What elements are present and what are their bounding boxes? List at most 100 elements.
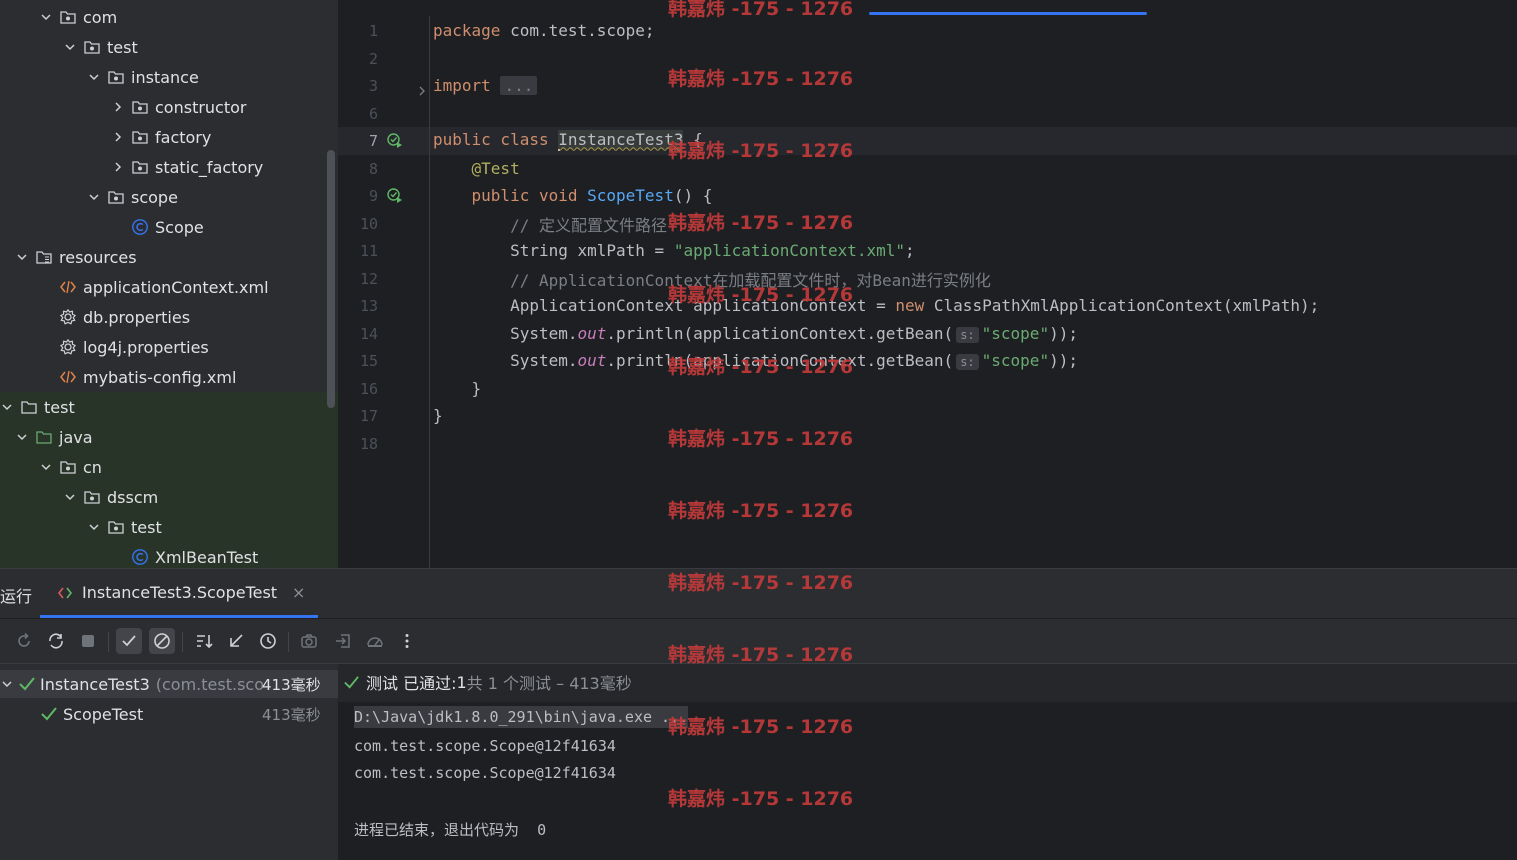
tree-item[interactable]: cn bbox=[0, 452, 338, 482]
code-token: new bbox=[895, 296, 934, 315]
tree-item[interactable]: java bbox=[0, 422, 338, 452]
show-passed-icon[interactable] bbox=[116, 628, 142, 654]
chevron-down-icon[interactable] bbox=[15, 250, 29, 264]
chevron-right-icon[interactable] bbox=[111, 130, 125, 144]
tree-item[interactable]: log4j.properties bbox=[0, 332, 338, 362]
tree-item[interactable]: instance bbox=[0, 62, 338, 92]
test-status-count: 1 bbox=[456, 672, 467, 692]
chevron-down-icon[interactable] bbox=[0, 679, 14, 689]
rerun-icon[interactable] bbox=[11, 628, 37, 654]
chevron-down-icon[interactable] bbox=[63, 40, 77, 54]
run-test-gutter-icon[interactable] bbox=[386, 187, 404, 205]
toolbar-divider bbox=[288, 632, 289, 652]
code-token: System. bbox=[433, 324, 578, 343]
code-line[interactable]: 8 @Test bbox=[338, 155, 1517, 182]
code-token: System. bbox=[433, 351, 578, 370]
resources-folder-icon bbox=[35, 248, 53, 266]
code-line[interactable]: 14 System.out.println(applicationContext… bbox=[338, 320, 1517, 347]
stop-icon[interactable] bbox=[75, 628, 101, 654]
run-tab[interactable]: InstanceTest3.ScopeTest bbox=[58, 583, 277, 602]
code-text: ApplicationContext applicationContext = … bbox=[433, 296, 1319, 315]
tree-item[interactable]: db.properties bbox=[0, 302, 338, 332]
code-line[interactable]: 7 public class InstanceTest3 { bbox=[338, 127, 1517, 154]
code-line[interactable]: 13 ApplicationContext applicationContext… bbox=[338, 292, 1517, 319]
more-options-icon[interactable] bbox=[394, 628, 420, 654]
code-line[interactable]: 11 String xmlPath = "applicationContext.… bbox=[338, 237, 1517, 264]
tree-item[interactable]: constructor bbox=[0, 92, 338, 122]
tree-item[interactable]: Scope bbox=[0, 212, 338, 242]
tree-item[interactable]: scope bbox=[0, 182, 338, 212]
tree-item[interactable]: mybatis-config.xml bbox=[0, 362, 338, 392]
tree-item[interactable]: test bbox=[0, 512, 338, 542]
code-line[interactable]: 2 bbox=[338, 45, 1517, 72]
code-token: import bbox=[433, 76, 501, 95]
fold-expand-icon[interactable] bbox=[417, 81, 427, 95]
chevron-down-icon[interactable] bbox=[15, 430, 29, 444]
package-icon bbox=[83, 488, 101, 506]
code-token: )); bbox=[1049, 324, 1078, 343]
chevron-down-icon[interactable] bbox=[87, 520, 101, 534]
code-line[interactable]: 18 bbox=[338, 430, 1517, 457]
code-line[interactable]: 16 } bbox=[338, 375, 1517, 402]
watermark-text: 韩嘉炜 -175 - 1276 bbox=[668, 428, 854, 450]
import-icon[interactable] bbox=[330, 628, 356, 654]
active-editor-tab-indicator bbox=[869, 12, 1147, 15]
rerun-failed-icon[interactable] bbox=[43, 628, 69, 654]
code-token: ScopeTest bbox=[587, 186, 674, 205]
chevron-down-icon[interactable] bbox=[63, 490, 77, 504]
watermark-text: 韩嘉炜 -175 - 1276 bbox=[668, 212, 854, 234]
code-token: () { bbox=[673, 186, 713, 205]
code-line[interactable]: 1 package com.test.scope; bbox=[338, 17, 1517, 44]
code-text: package com.test.scope; bbox=[433, 21, 655, 40]
console-java-path[interactable]: D:\Java\jdk1.8.0_291\bin\java.exe ... bbox=[354, 706, 689, 728]
pass-check-icon bbox=[40, 705, 58, 723]
chevron-right-icon[interactable] bbox=[111, 100, 125, 114]
package-icon bbox=[131, 128, 149, 146]
chevron-down-icon[interactable] bbox=[87, 70, 101, 84]
code-line[interactable]: 15 System.out.println(applicationContext… bbox=[338, 347, 1517, 374]
chevron-down-icon[interactable] bbox=[39, 10, 53, 24]
chevron-right-icon[interactable] bbox=[111, 160, 125, 174]
line-number: 10 bbox=[359, 214, 378, 233]
package-icon bbox=[107, 68, 125, 86]
close-icon[interactable]: × bbox=[292, 583, 305, 602]
sort-icon[interactable] bbox=[191, 628, 217, 654]
tree-item[interactable]: test bbox=[0, 32, 338, 62]
camera-icon[interactable] bbox=[296, 628, 322, 654]
history-icon[interactable] bbox=[255, 628, 281, 654]
code-line[interactable]: 3 import ... bbox=[338, 72, 1517, 99]
code-line[interactable]: 17} bbox=[338, 402, 1517, 429]
line-number: 17 bbox=[359, 406, 378, 425]
tree-item-label: db.properties bbox=[83, 307, 191, 327]
run-test-gutter-icon[interactable] bbox=[386, 132, 404, 150]
tree-item[interactable]: com bbox=[0, 2, 338, 32]
chevron-down-icon[interactable] bbox=[0, 400, 14, 414]
collapse-icon[interactable] bbox=[223, 628, 249, 654]
chevron-down-icon[interactable] bbox=[87, 190, 101, 204]
class-name-token: InstanceTest3 bbox=[558, 130, 684, 150]
code-token: "scope" bbox=[981, 324, 1050, 343]
code-line[interactable]: 10 // 定义配置文件路径 bbox=[338, 210, 1517, 237]
tree-item[interactable]: static_factory bbox=[0, 152, 338, 182]
code-line[interactable]: 12 // ApplicationContext在加载配置文件时，对Bean进行… bbox=[338, 265, 1517, 292]
test-row-method[interactable]: ScopeTest 413毫秒 bbox=[0, 700, 338, 728]
tree-item[interactable]: test bbox=[0, 392, 338, 422]
chevron-down-icon[interactable] bbox=[39, 460, 53, 474]
code-token: String xmlPath = bbox=[433, 241, 674, 260]
tree-item[interactable]: applicationContext.xml bbox=[0, 272, 338, 302]
test-row-class[interactable]: InstanceTest3 (com.test.sco 413毫秒 bbox=[0, 670, 338, 698]
code-text: @Test bbox=[433, 159, 520, 178]
code-line[interactable]: 6 bbox=[338, 100, 1517, 127]
show-ignored-icon[interactable] bbox=[149, 628, 175, 654]
project-tree-scrollbar[interactable] bbox=[327, 150, 335, 408]
tree-item[interactable]: resources bbox=[0, 242, 338, 272]
coverage-icon[interactable] bbox=[362, 628, 388, 654]
tree-item[interactable]: factory bbox=[0, 122, 338, 152]
folded-imports[interactable]: ... bbox=[500, 76, 538, 95]
tree-item-label: Scope bbox=[155, 217, 204, 237]
tree-item[interactable]: dsscm bbox=[0, 482, 338, 512]
tree-item-label: mybatis-config.xml bbox=[83, 367, 237, 387]
code-line[interactable]: 9 public void ScopeTest() { bbox=[338, 182, 1517, 209]
tree-item-label: dsscm bbox=[107, 487, 159, 507]
